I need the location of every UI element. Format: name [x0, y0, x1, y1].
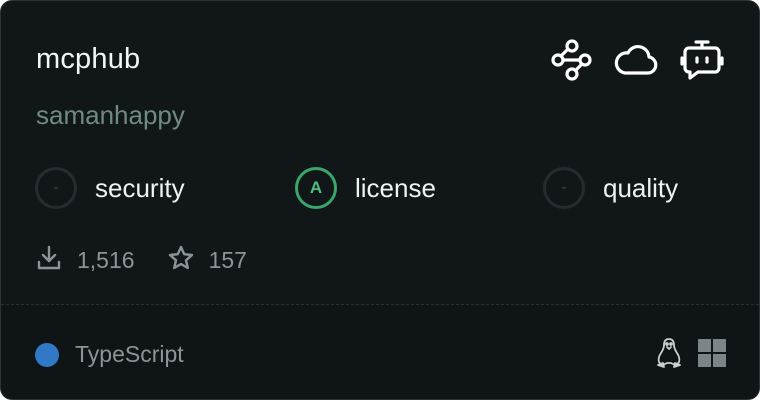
cloud-icon	[613, 37, 659, 83]
star-icon	[167, 244, 195, 277]
stats-row: 1,516 157	[35, 241, 279, 279]
security-label: security	[95, 172, 185, 203]
metric-quality[interactable]: - quality	[543, 164, 678, 212]
security-grade-badge: -	[35, 167, 77, 209]
metrics-row: - security A license - quality	[35, 164, 735, 212]
license-label: license	[355, 172, 436, 203]
downloads-stat: 1,516	[35, 244, 135, 277]
windows-icon	[697, 338, 727, 373]
package-card[interactable]: mcphub samanhappy - security A license -…	[0, 0, 760, 400]
package-author[interactable]: samanhappy	[36, 99, 185, 131]
capability-icons	[547, 37, 725, 83]
license-grade-badge: A	[295, 167, 337, 209]
stars-stat: 157	[167, 244, 247, 277]
language-color-dot	[35, 342, 59, 367]
bot-icon	[679, 37, 725, 83]
downloads-count: 1,516	[77, 246, 135, 273]
metric-license[interactable]: A license	[295, 164, 436, 212]
quality-label: quality	[603, 172, 679, 203]
card-footer: TypeScript	[1, 305, 759, 399]
metric-security[interactable]: - security	[35, 164, 185, 212]
package-name[interactable]: mcphub	[36, 41, 140, 77]
language-indicator: TypeScript	[35, 341, 184, 368]
stars-count: 157	[208, 246, 247, 273]
card-header: mcphub samanhappy - security A license -…	[1, 1, 759, 305]
quality-grade-badge: -	[543, 167, 585, 209]
platform-icons	[655, 337, 727, 374]
download-icon	[35, 244, 63, 277]
workflow-icon	[547, 37, 593, 83]
linux-icon	[655, 337, 683, 374]
language-label: TypeScript	[75, 341, 184, 367]
